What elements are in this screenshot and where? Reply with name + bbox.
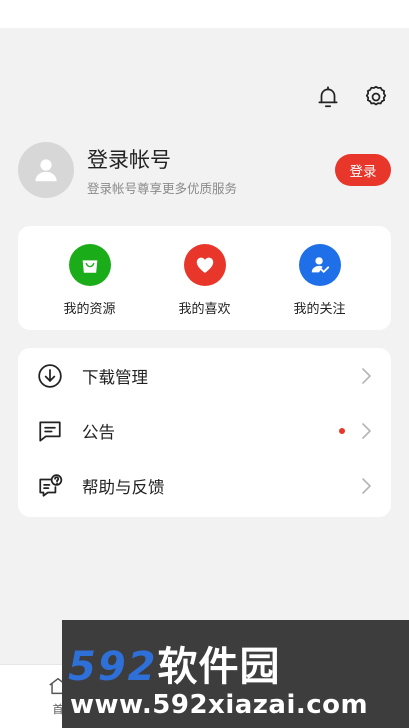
shortcuts-card: 我的资源 我的喜欢 我的关注 [18, 226, 391, 330]
shortcut-my-resources[interactable]: 我的资源 [40, 226, 140, 317]
watermark-url: www.592xiazai.com [70, 690, 369, 720]
shortcut-label: 我的关注 [293, 302, 346, 317]
watermark-number: 592 [68, 644, 158, 690]
status-bar [0, 0, 409, 28]
chevron-right-icon [362, 367, 371, 384]
settings-button[interactable] [363, 84, 389, 110]
avatar[interactable] [18, 142, 74, 198]
menu-item-help-feedback[interactable]: 帮助与反馈 [18, 458, 391, 513]
user-icon [35, 159, 57, 182]
menu-item-download-manager[interactable]: 下载管理 [18, 348, 391, 403]
shortcut-icon-circle [68, 244, 111, 286]
download-icon [38, 363, 62, 388]
shortcut-icon-circle [183, 244, 226, 286]
bell-icon [318, 86, 338, 108]
menu-card: 下载管理 公告 帮助与反馈 [18, 348, 391, 517]
unread-dot [339, 427, 345, 434]
profile-title[interactable]: 登录帐号 [87, 144, 171, 174]
watermark-overlay: 592软件园 www.592xiazai.com [62, 620, 409, 728]
profile-subtitle: 登录帐号尊享更多优质服务 [87, 181, 238, 196]
menu-item-announcement[interactable]: 公告 [18, 403, 391, 458]
menu-item-label: 下载管理 [82, 367, 148, 387]
menu-item-label: 帮助与反馈 [82, 477, 165, 497]
login-button[interactable]: 登录 [335, 154, 391, 186]
shortcut-icon-circle [298, 244, 341, 286]
shopping-bag-icon [82, 260, 97, 273]
chevron-right-icon [362, 422, 371, 439]
menu-item-label: 公告 [82, 422, 115, 442]
chevron-right-icon [362, 477, 371, 494]
shortcut-my-follows[interactable]: 我的关注 [270, 226, 370, 317]
shortcut-my-likes[interactable]: 我的喜欢 [155, 226, 255, 317]
profile-section: 登录帐号 登录帐号尊享更多优质服务 登录 [18, 140, 391, 200]
announcement-icon [39, 420, 61, 442]
watermark-logo: 592软件园 [68, 634, 281, 692]
shortcut-label: 我的喜欢 [178, 302, 231, 317]
header-actions [315, 84, 389, 110]
heart-icon [196, 257, 213, 273]
help-feedback-icon [39, 473, 63, 497]
notification-button[interactable] [315, 84, 341, 110]
watermark-brand: 软件园 [157, 644, 281, 690]
shortcut-label: 我的资源 [63, 302, 116, 317]
user-check-icon [311, 257, 329, 273]
gear-icon [365, 85, 387, 106]
